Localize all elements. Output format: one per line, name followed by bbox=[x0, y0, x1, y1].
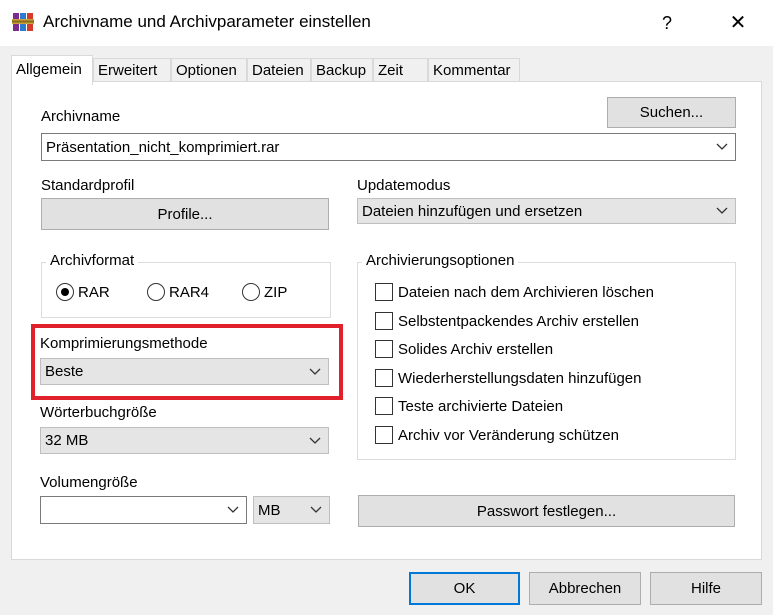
option-label: Wiederherstellungsdaten hinzufügen bbox=[398, 369, 642, 387]
option-label: Solides Archiv erstellen bbox=[398, 340, 554, 358]
compression-method-combobox[interactable]: Beste bbox=[40, 358, 329, 385]
format-rar4-radio[interactable]: RAR4 bbox=[147, 283, 209, 301]
chevron-down-icon[interactable] bbox=[302, 428, 328, 453]
checkbox-unchecked-icon[interactable] bbox=[375, 426, 393, 444]
window-title: Archivname und Archivparameter einstelle… bbox=[43, 12, 371, 31]
checkbox-unchecked-icon[interactable] bbox=[375, 397, 393, 415]
ok-button[interactable]: OK bbox=[409, 572, 520, 605]
option-solid-archive[interactable]: Solides Archiv erstellen bbox=[375, 340, 553, 358]
tab-zeit[interactable]: Zeit bbox=[373, 58, 428, 83]
chevron-down-icon[interactable] bbox=[302, 359, 328, 384]
dictionary-size-combobox[interactable]: 32 MB bbox=[40, 427, 329, 454]
radio-unchecked-icon[interactable] bbox=[147, 283, 165, 301]
dictionary-size-label: Wörterbuchgröße bbox=[40, 404, 157, 421]
set-password-button[interactable]: Passwort festlegen... bbox=[358, 495, 735, 527]
checkbox-unchecked-icon[interactable] bbox=[375, 340, 393, 358]
option-label: Teste archivierte Dateien bbox=[398, 397, 564, 415]
update-mode-combobox[interactable]: Dateien hinzufügen und ersetzen bbox=[357, 198, 736, 224]
cancel-button[interactable]: Abbrechen bbox=[529, 572, 641, 605]
tab-optionen[interactable]: Optionen bbox=[171, 58, 247, 83]
format-rar-radio[interactable]: RAR bbox=[56, 283, 110, 301]
tab-erweitert[interactable]: Erweitert bbox=[93, 58, 171, 83]
help-titlebar-button[interactable]: ? bbox=[652, 9, 682, 37]
option-delete-after-archiving[interactable]: Dateien nach dem Archivieren löschen bbox=[375, 283, 654, 301]
close-window-button[interactable]: ✕ bbox=[722, 9, 754, 37]
default-profile-label: Standardprofil bbox=[41, 177, 135, 194]
option-label: Dateien nach dem Archivieren löschen bbox=[398, 283, 654, 301]
chevron-down-icon[interactable] bbox=[220, 497, 246, 523]
tab-strip: Allgemein Erweitert Optionen Dateien Bac… bbox=[0, 55, 773, 85]
archive-name-value: Präsentation_nicht_komprimiert.rar bbox=[46, 138, 280, 156]
tab-backup[interactable]: Backup bbox=[311, 58, 373, 83]
update-mode-value: Dateien hinzufügen und ersetzen bbox=[362, 202, 583, 220]
winrar-app-icon bbox=[12, 13, 34, 31]
volume-unit-combobox[interactable]: MB bbox=[253, 496, 330, 524]
option-recovery-record[interactable]: Wiederherstellungsdaten hinzufügen bbox=[375, 369, 642, 387]
option-label: Archiv vor Veränderung schützen bbox=[398, 426, 619, 444]
checkbox-unchecked-icon[interactable] bbox=[375, 283, 393, 301]
format-zip-label: ZIP bbox=[264, 283, 288, 301]
profiles-button[interactable]: Profile... bbox=[41, 198, 329, 230]
chevron-down-icon[interactable] bbox=[303, 497, 329, 523]
radio-checked-icon[interactable] bbox=[56, 283, 74, 301]
radio-unchecked-icon[interactable] bbox=[242, 283, 260, 301]
tab-allgemein[interactable]: Allgemein bbox=[11, 55, 93, 85]
format-zip-radio[interactable]: ZIP bbox=[242, 283, 287, 301]
compression-method-label: Komprimierungsmethode bbox=[40, 335, 208, 352]
help-button[interactable]: Hilfe bbox=[650, 572, 762, 605]
option-test-archived-files[interactable]: Teste archivierte Dateien bbox=[375, 397, 563, 415]
archive-name-combobox[interactable]: Präsentation_nicht_komprimiert.rar bbox=[41, 133, 736, 161]
update-mode-label: Updatemodus bbox=[357, 177, 451, 194]
chevron-down-icon[interactable] bbox=[709, 134, 735, 160]
dictionary-size-value: 32 MB bbox=[45, 432, 89, 449]
tab-kommentar[interactable]: Kommentar bbox=[428, 58, 520, 83]
compression-method-value: Beste bbox=[45, 363, 84, 380]
tab-dateien[interactable]: Dateien bbox=[247, 58, 311, 83]
title-bar: Archivname und Archivparameter einstelle… bbox=[0, 0, 773, 46]
volume-size-combobox[interactable] bbox=[40, 496, 247, 524]
option-lock-archive[interactable]: Archiv vor Veränderung schützen bbox=[375, 426, 619, 444]
volume-unit-value: MB bbox=[258, 501, 281, 519]
browse-button[interactable]: Suchen... bbox=[607, 97, 736, 128]
option-label: Selbstentpackendes Archiv erstellen bbox=[398, 312, 639, 330]
checkbox-unchecked-icon[interactable] bbox=[375, 312, 393, 330]
archive-format-title: Archivformat bbox=[46, 252, 139, 269]
format-rar-label: RAR bbox=[78, 283, 110, 301]
archiving-options-title: Archivierungsoptionen bbox=[362, 252, 519, 269]
checkbox-unchecked-icon[interactable] bbox=[375, 369, 393, 387]
chevron-down-icon[interactable] bbox=[709, 199, 735, 223]
volume-size-label: Volumengröße bbox=[40, 474, 138, 491]
archive-name-label: Archivname bbox=[41, 108, 121, 125]
format-rar4-label: RAR4 bbox=[169, 283, 210, 301]
option-create-sfx[interactable]: Selbstentpackendes Archiv erstellen bbox=[375, 312, 639, 330]
